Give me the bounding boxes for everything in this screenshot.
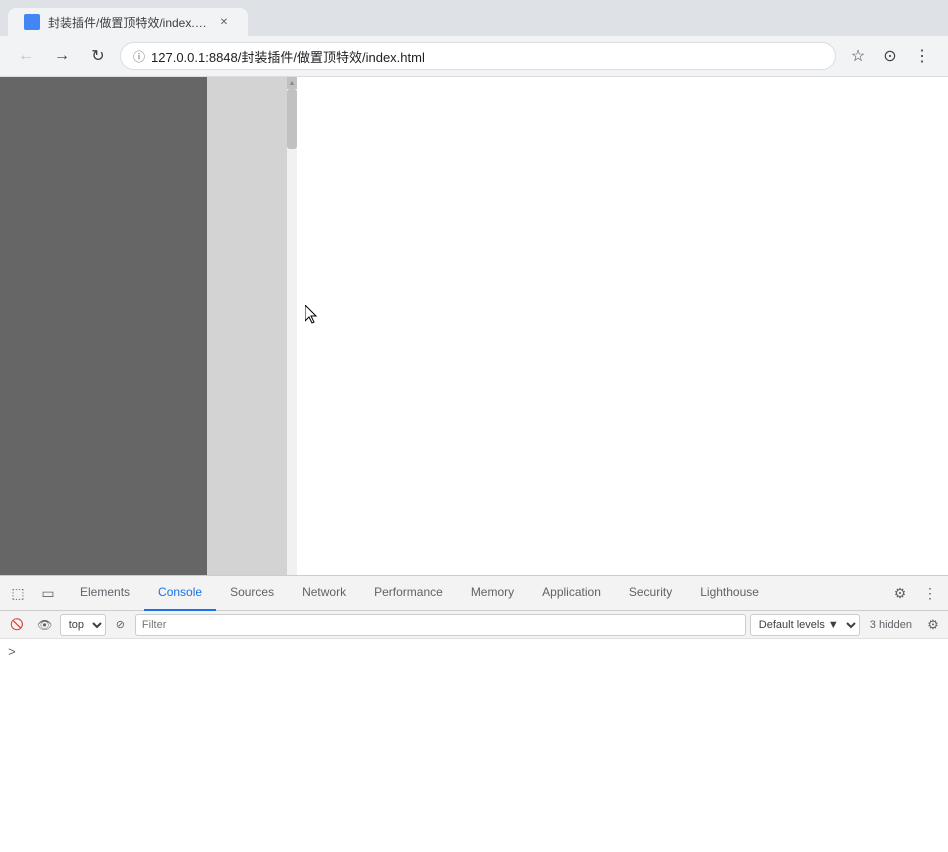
reload-button[interactable]: ↻ [84,42,112,70]
toolbar-right: ☆ ⊙ ⋮ [844,42,936,70]
tab-favicon [24,14,40,30]
devtools-tab-lighthouse[interactable]: Lighthouse [686,576,773,611]
address-bar[interactable]: ⓘ 127.0.0.1:8848/封装插件/做置顶特效/index.html [120,42,836,70]
console-eye-button[interactable]: 👁 [34,614,56,636]
dark-panel [0,77,207,612]
tab-title: 封装插件/做置顶特效/index.html [48,14,208,31]
browser-chrome: 封装插件/做置顶特效/index.html ✕ ← → ↻ ⓘ 127.0.0.… [0,0,948,77]
console-settings-icon[interactable]: ⚙ [922,614,944,636]
console-context-select[interactable]: top [60,614,106,636]
hidden-count-badge: 3 hidden [864,619,918,631]
devtools-device-button[interactable]: ▭ [34,579,62,607]
devtools-left-icons: ⬚ ▭ [4,579,62,607]
console-prompt[interactable]: > [8,645,16,660]
devtools-tab-performance[interactable]: Performance [360,576,457,611]
browser-toolbar: ← → ↻ ⓘ 127.0.0.1:8848/封装插件/做置顶特效/index.… [0,36,948,76]
forward-button[interactable]: → [48,42,76,70]
console-filter-input[interactable] [135,614,746,636]
cursor [305,305,319,325]
url-text: 127.0.0.1:8848/封装插件/做置顶特效/index.html [151,47,823,66]
console-content: > [0,639,948,777]
scrollbar[interactable]: ▲ ▼ [287,77,297,612]
devtools-more-button[interactable]: ⋮ [916,579,944,607]
light-panel [207,77,287,612]
lock-icon: ⓘ [133,48,145,65]
devtools-tab-security[interactable]: Security [615,576,686,611]
devtools-tab-bar: ⬚ ▭ Elements Console Sources Network Per… [0,576,948,611]
scrollbar-track[interactable] [287,89,297,600]
devtools-tab-network[interactable]: Network [288,576,360,611]
scrollbar-up-arrow[interactable]: ▲ [287,77,297,89]
tab-bar: 封装插件/做置顶特效/index.html ✕ [0,0,948,36]
scrollbar-thumb[interactable] [287,89,297,149]
devtools-panel: ⬚ ▭ Elements Console Sources Network Per… [0,575,948,776]
devtools-tab-application[interactable]: Application [528,576,615,611]
devtools-inspect-button[interactable]: ⬚ [4,579,32,607]
devtools-tab-elements[interactable]: Elements [66,576,144,611]
profile-button[interactable]: ⊙ [876,42,904,70]
bookmark-button[interactable]: ☆ [844,42,872,70]
tab-close-button[interactable]: ✕ [216,14,232,30]
browser-tab[interactable]: 封装插件/做置顶特效/index.html ✕ [8,8,248,36]
back-button[interactable]: ← [12,42,40,70]
console-toolbar: 🚫 👁 top ⊘ Default levels ▼ 3 hidden ⚙ [0,611,948,639]
menu-button[interactable]: ⋮ [908,42,936,70]
devtools-tab-memory[interactable]: Memory [457,576,528,611]
devtools-tab-sources[interactable]: Sources [216,576,288,611]
console-levels-select[interactable]: Default levels ▼ [750,614,860,636]
page-content: ▲ ▼ [0,77,948,612]
console-block-button[interactable]: ⊘ [110,614,131,636]
console-clear-button[interactable]: 🚫 [4,614,30,636]
devtools-tab-console[interactable]: Console [144,576,216,611]
devtools-settings-button[interactable]: ⚙ [886,579,914,607]
devtools-settings-area: ⚙ ⋮ [886,579,944,607]
